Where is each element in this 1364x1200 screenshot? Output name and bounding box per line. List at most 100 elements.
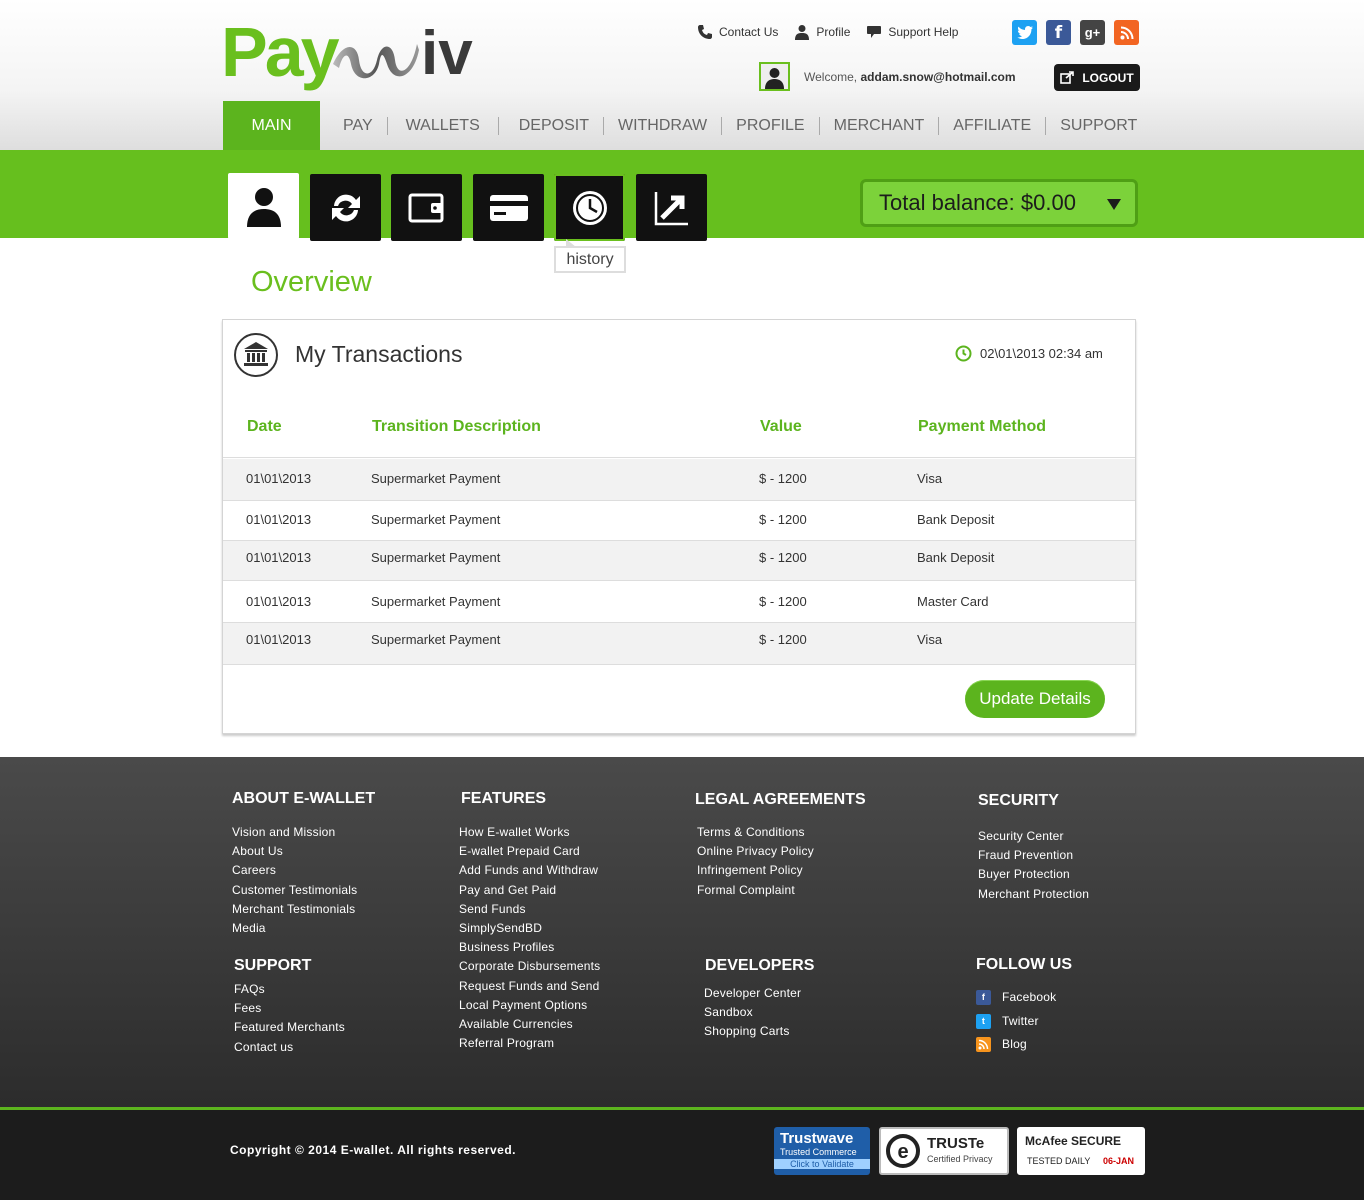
- tool-stats[interactable]: [636, 174, 707, 241]
- welcome-prefix: Welcome,: [804, 70, 858, 84]
- google-plus-icon[interactable]: g+: [1080, 20, 1105, 45]
- cell-date: 01\01\2013: [246, 632, 312, 647]
- cell-description: Supermarket Payment: [371, 512, 501, 527]
- cell-value: $ - 1200: [759, 632, 807, 647]
- table-row[interactable]: 01\01\2013 Supermarket Payment $ - 1200 …: [223, 459, 1135, 501]
- welcome-text: Welcome, addam.snow@hotmail.com: [804, 70, 1016, 84]
- tool-card[interactable]: [473, 174, 544, 241]
- total-balance-dropdown[interactable]: Total balance: $0.00: [860, 179, 1138, 227]
- footer-link[interactable]: Security Center: [978, 827, 1089, 846]
- timestamp-text: 02\01\2013 02:34 am: [980, 346, 1103, 361]
- nav-main[interactable]: MAIN: [223, 101, 320, 150]
- footer-link[interactable]: About Us: [232, 842, 357, 861]
- exchange-icon: [331, 194, 360, 221]
- nav-wallets[interactable]: WALLETS: [386, 116, 498, 135]
- tool-profile[interactable]: [228, 173, 299, 239]
- twitter-icon[interactable]: [1012, 20, 1037, 45]
- footer-link[interactable]: Buyer Protection: [978, 865, 1089, 884]
- header: Pay iv Contact Us Profile Support Help f…: [0, 0, 1364, 150]
- contact-us-link[interactable]: Contact Us: [697, 24, 778, 40]
- footer-link[interactable]: Careers: [232, 861, 357, 880]
- cell-date: 01\01\2013: [246, 512, 312, 527]
- footer-support-list: FAQs Fees Featured Merchants Contact us: [234, 980, 345, 1057]
- nav-profile[interactable]: PROFILE: [721, 116, 818, 135]
- footer-link[interactable]: Media: [232, 919, 357, 938]
- footer-link[interactable]: Available Currencies: [459, 1015, 600, 1034]
- tool-history[interactable]: [554, 174, 625, 241]
- footer-link[interactable]: Add Funds and Withdraw: [459, 861, 600, 880]
- footer-follow-list: f Facebook t Twitter Blog: [976, 986, 1056, 1057]
- col-value[interactable]: Value: [760, 418, 802, 436]
- follow-twitter-link[interactable]: t Twitter: [976, 1010, 1056, 1034]
- twitter-icon: t: [976, 1013, 991, 1029]
- nav-affiliate[interactable]: AFFILIATE: [938, 116, 1045, 135]
- footer-link[interactable]: Local Payment Options: [459, 996, 600, 1015]
- col-payment-method[interactable]: Payment Method: [918, 418, 1046, 436]
- footer-link[interactable]: Merchant Testimonials: [232, 900, 357, 919]
- card-icon: [489, 194, 528, 221]
- footer-link[interactable]: Referral Program: [459, 1034, 600, 1053]
- support-help-label: Support Help: [888, 25, 959, 39]
- truste-logo-icon: e: [886, 1134, 920, 1168]
- footer-link[interactable]: Formal Complaint: [697, 881, 814, 900]
- cell-date: 01\01\2013: [246, 550, 312, 565]
- profile-link[interactable]: Profile: [794, 24, 850, 40]
- cell-description: Supermarket Payment: [371, 471, 501, 486]
- footer-link[interactable]: Online Privacy Policy: [697, 842, 814, 861]
- footer-link[interactable]: Fees: [234, 999, 345, 1018]
- truste-name: TRUSTe: [927, 1135, 985, 1152]
- nav-deposit[interactable]: DEPOSIT: [497, 116, 603, 135]
- facebook-icon[interactable]: f: [1046, 20, 1071, 45]
- avatar[interactable]: [759, 62, 790, 91]
- rss-icon[interactable]: [1114, 20, 1139, 45]
- footer-link[interactable]: Fraud Prevention: [978, 846, 1089, 865]
- footer-legal-title: LEGAL AGREEMENTS: [695, 791, 866, 808]
- chat-bubble-icon: [867, 26, 882, 38]
- follow-facebook-link[interactable]: f Facebook: [976, 986, 1056, 1010]
- footer-link[interactable]: Customer Testimonials: [232, 881, 357, 900]
- footer-link[interactable]: Request Funds and Send: [459, 977, 600, 996]
- total-balance-label: Total balance: $0.00: [879, 190, 1076, 215]
- mcafee-badge[interactable]: McAfee SECURE TESTED DAILY 06-JAN: [1017, 1127, 1145, 1175]
- footer-link[interactable]: E-wallet Prepaid Card: [459, 842, 600, 861]
- table-row[interactable]: 01\01\2013 Supermarket Payment $ - 1200 …: [223, 501, 1135, 541]
- footer-developers-title: DEVELOPERS: [705, 957, 815, 974]
- nav-support[interactable]: SUPPORT: [1045, 116, 1151, 135]
- tool-exchange[interactable]: [310, 174, 381, 241]
- footer-link[interactable]: Merchant Protection: [978, 885, 1089, 904]
- footer-link[interactable]: Contact us: [234, 1038, 345, 1057]
- truste-badge[interactable]: e TRUSTe Certified Privacy: [879, 1127, 1009, 1175]
- footer-link[interactable]: How E-wallet Works: [459, 823, 600, 842]
- footer-link[interactable]: FAQs: [234, 980, 345, 999]
- logout-button[interactable]: LOGOUT: [1054, 64, 1140, 91]
- rss-icon: [976, 1037, 991, 1053]
- footer-link[interactable]: Pay and Get Paid: [459, 881, 600, 900]
- footer-link[interactable]: Business Profiles: [459, 938, 600, 957]
- trustwave-badge[interactable]: Trustwave Trusted Commerce Click to Vali…: [774, 1127, 870, 1175]
- footer-link[interactable]: Sandbox: [704, 1003, 801, 1022]
- nav-withdraw[interactable]: WITHDRAW: [602, 116, 721, 135]
- table-row[interactable]: 01\01\2013 Supermarket Payment $ - 1200 …: [223, 623, 1135, 665]
- follow-blog-link[interactable]: Blog: [976, 1033, 1056, 1057]
- footer-link[interactable]: Infringement Policy: [697, 861, 814, 880]
- nav-pay[interactable]: PAY: [329, 117, 387, 135]
- nav-merchant[interactable]: MERCHANT: [818, 116, 939, 135]
- footer-link[interactable]: Corporate Disbursements: [459, 957, 600, 976]
- footer-link[interactable]: Developer Center: [704, 984, 801, 1003]
- tool-wallet[interactable]: [391, 174, 462, 241]
- footer-link[interactable]: Terms & Conditions: [697, 823, 814, 842]
- update-details-button[interactable]: Update Details: [965, 680, 1105, 718]
- col-description[interactable]: Transition Description: [372, 418, 541, 436]
- footer-link[interactable]: SimplySendBD: [459, 919, 600, 938]
- table-row[interactable]: 01\01\2013 Supermarket Payment $ - 1200 …: [223, 581, 1135, 623]
- support-help-link[interactable]: Support Help: [866, 24, 958, 40]
- footer-link[interactable]: Shopping Carts: [704, 1022, 801, 1041]
- table-row[interactable]: 01\01\2013 Supermarket Payment $ - 1200 …: [223, 541, 1135, 581]
- footer-link[interactable]: Send Funds: [459, 900, 600, 919]
- footer-link[interactable]: Featured Merchants: [234, 1018, 345, 1037]
- follow-label: Blog: [1002, 1037, 1027, 1051]
- col-date[interactable]: Date: [247, 418, 282, 436]
- footer-link[interactable]: Vision and Mission: [232, 823, 357, 842]
- history-tooltip: history: [554, 239, 626, 273]
- cell-method: Visa: [917, 471, 943, 486]
